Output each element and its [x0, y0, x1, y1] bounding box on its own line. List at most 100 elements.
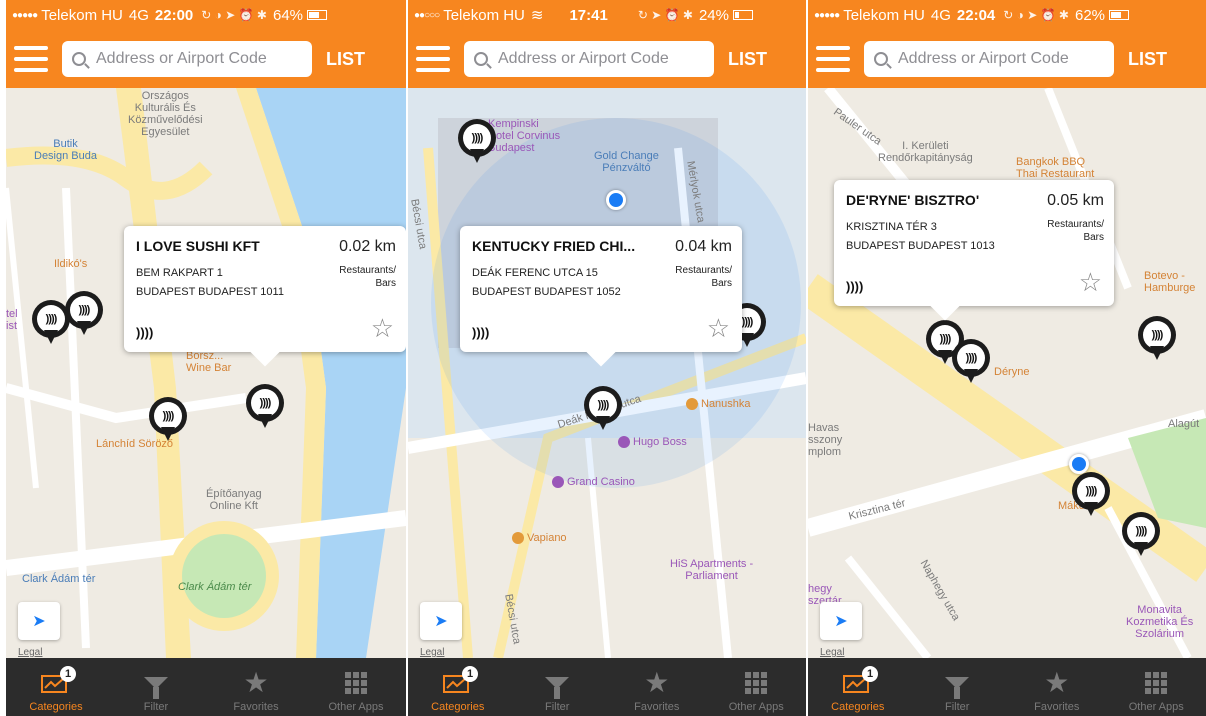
category-line-1: Restaurants/	[339, 265, 396, 276]
category-line-1: Restaurants/	[675, 265, 732, 276]
poi-alagut: Alagút	[1168, 418, 1200, 430]
tab-categories[interactable]: 1 Categories	[6, 658, 106, 716]
poi-butik: Butik Design Buda	[34, 138, 97, 162]
location-arrow-icon[interactable]: ➤	[420, 602, 462, 640]
poi-epitoanyag: Építőanyag Online Kft	[206, 488, 262, 512]
battery-icon	[307, 10, 328, 20]
poi-orszagos: Országos Kulturális És Közművelődési Egy…	[128, 90, 203, 138]
phone-screen-2: ●●○○○ Telekom HU ≋ 17:41 ↻ ➤ ⏰ ✱ 24% Add…	[408, 0, 806, 716]
poi-havas: Havas sszony mplom	[808, 422, 843, 458]
clock: 22:00	[154, 6, 194, 24]
tab-label: Favorites	[233, 701, 279, 713]
poi-ildiko: Ildikó's	[54, 258, 88, 270]
search-input[interactable]: Address or Airport Code	[464, 41, 714, 77]
location-arrow-icon[interactable]: ➤	[18, 602, 60, 640]
favorite-star-icon[interactable]: ☆	[371, 313, 394, 344]
favorite-star-icon[interactable]: ☆	[1079, 267, 1102, 298]
clock: 17:41	[569, 6, 608, 24]
place-callout[interactable]: I LOVE SUSHI KFT 0.02 km BEM RAKPART 1 B…	[124, 226, 406, 367]
search-icon	[72, 52, 86, 66]
search-icon	[874, 52, 888, 66]
list-button[interactable]: LIST	[728, 49, 767, 70]
search-placeholder: Address or Airport Code	[96, 50, 267, 67]
tab-favorites[interactable]: ★ Favorites	[607, 658, 707, 716]
tab-favorites[interactable]: ★ Favorites	[1007, 658, 1107, 716]
place-callout[interactable]: DE'RYNE' BISZTRO' 0.05 km KRISZTINA TÉR …	[834, 180, 1114, 321]
signal-indicator: ●●○○○	[414, 9, 440, 21]
status-bar: ●●●●● Telekom HU 4G 22:00 ↻ ◑ ➤ ⏰ ✱ 64%	[6, 0, 406, 30]
tab-filter[interactable]: Filter	[106, 658, 206, 716]
grid-icon	[345, 670, 367, 696]
menu-icon[interactable]	[416, 46, 450, 72]
wifi-icon: ≋	[530, 7, 544, 24]
category-line-2: Bars	[375, 278, 396, 289]
list-button[interactable]: LIST	[326, 49, 365, 70]
poi-vapiano: Vapiano	[512, 532, 567, 545]
nav-bar: Address or Airport Code LIST	[808, 30, 1206, 88]
tab-filter[interactable]: Filter	[508, 658, 608, 716]
nfc-pin[interactable]: ))))	[65, 291, 103, 337]
location-arrow-icon[interactable]: ➤	[820, 602, 862, 640]
search-icon	[474, 52, 488, 66]
battery-percent: 24%	[698, 6, 729, 24]
star-icon: ★	[644, 667, 670, 698]
tab-label: Filter	[545, 701, 570, 713]
category-line-1: Restaurants/	[1047, 219, 1104, 230]
poi-botevo: Botevo - Hamburge	[1144, 270, 1196, 294]
nfc-pin[interactable]: ))))	[1072, 472, 1110, 518]
map-view[interactable]: Kempinski Hotel Corvinus Budapest Gold C…	[408, 88, 806, 658]
status-bar: ●●●●● Telekom HU 4G 22:04 ↻ ◑ ➤ ⏰ ✱ 62%	[808, 0, 1206, 30]
search-placeholder: Address or Airport Code	[498, 50, 669, 67]
tab-categories[interactable]: 1 Categories	[408, 658, 508, 716]
legal-link[interactable]: Legal	[420, 647, 444, 658]
poi-bangkok-bbq: Bangkok BBQ Thai Restaurant	[1016, 156, 1095, 180]
place-category: Restaurants/ Bars	[1047, 218, 1104, 244]
map-view[interactable]: Pauler utca I. Kerületi Rendőrkapitánysá…	[808, 88, 1206, 658]
poi-clark-adam-park: Clark Ádám tér	[178, 581, 252, 593]
menu-icon[interactable]	[816, 46, 850, 72]
place-callout[interactable]: KENTUCKY FRIED CHI... 0.04 km DEÁK FEREN…	[460, 226, 742, 367]
tab-other-apps[interactable]: Other Apps	[306, 658, 406, 716]
star-icon: ★	[243, 667, 269, 698]
nfc-pin[interactable]: ))))	[149, 397, 187, 443]
status-icons: ↻ ◑ ➤ ⏰ ✱	[1003, 8, 1069, 22]
nfc-pin[interactable]: ))))	[1122, 512, 1160, 558]
tab-label: Favorites	[1034, 701, 1080, 713]
list-button[interactable]: LIST	[1128, 49, 1167, 70]
place-distance: 0.02 km	[339, 238, 396, 255]
nfc-pin[interactable]: ))))	[246, 384, 284, 430]
nfc-pin[interactable]: ))))	[458, 119, 496, 165]
poi-monavita: Monavita Kozmetika És Szolárium	[1126, 604, 1194, 640]
tab-bar: 1 Categories Filter ★ Favorites Other Ap…	[408, 658, 806, 716]
clock: 22:04	[956, 6, 996, 24]
favorite-star-icon[interactable]: ☆	[707, 313, 730, 344]
tab-label: Filter	[945, 701, 970, 713]
legal-link[interactable]: Legal	[820, 647, 844, 658]
tab-other-apps[interactable]: Other Apps	[707, 658, 807, 716]
category-line-2: Bars	[1083, 232, 1104, 243]
tab-categories[interactable]: 1 Categories	[808, 658, 908, 716]
nav-bar: Address or Airport Code LIST	[408, 30, 806, 88]
star-icon: ★	[1044, 667, 1070, 698]
legal-link[interactable]: Legal	[18, 647, 42, 658]
tab-other-apps[interactable]: Other Apps	[1107, 658, 1206, 716]
map-view[interactable]: Országos Kulturális És Közművelődési Egy…	[6, 88, 406, 658]
tab-label: Other Apps	[1128, 701, 1184, 713]
status-icons: ↻ ◑ ➤ ⏰ ✱	[201, 8, 267, 22]
nfc-pin[interactable]: ))))	[1138, 316, 1176, 362]
poi-kempinski: Kempinski Hotel Corvinus Budapest	[488, 118, 561, 154]
tab-filter[interactable]: Filter	[908, 658, 1008, 716]
nfc-pin[interactable]: ))))	[952, 339, 990, 385]
menu-icon[interactable]	[14, 46, 48, 72]
poi-hugo-boss: Hugo Boss	[618, 436, 687, 449]
tab-favorites[interactable]: ★ Favorites	[206, 658, 306, 716]
current-location-dot	[606, 190, 626, 210]
search-input[interactable]: Address or Airport Code	[62, 41, 312, 77]
categories-badge: 1	[60, 666, 76, 682]
poi-grand-casino: Grand Casino	[552, 476, 635, 489]
search-input[interactable]: Address or Airport Code	[864, 41, 1114, 77]
signal-indicator: ●●●●●	[12, 9, 38, 21]
nfc-pin[interactable]: ))))	[584, 386, 622, 432]
place-distance: 0.04 km	[675, 238, 732, 255]
place-category: Restaurants/ Bars	[675, 264, 732, 290]
